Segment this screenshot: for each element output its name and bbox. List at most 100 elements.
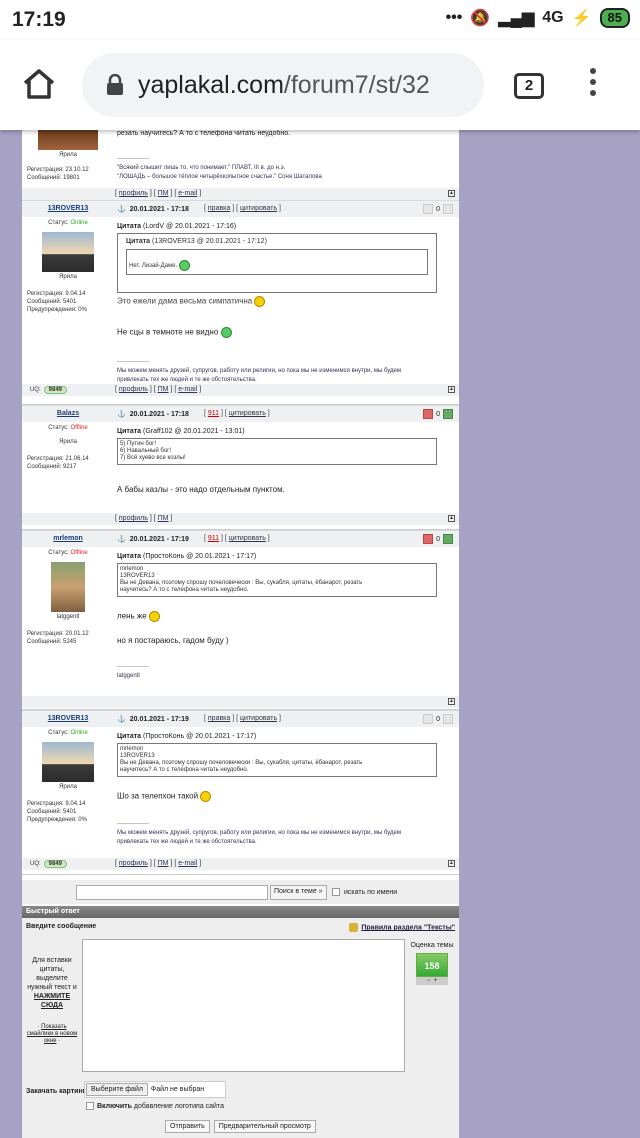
quote-line: 13ROVER13 [120,573,155,579]
browser-toolbar: yaplakal.com/forum7/st/32 2 [0,40,640,130]
uq-label: UQ: [30,387,41,393]
quick-reply: Быстрый ответ Введите сообщение Правила … [22,906,459,1138]
page-background: Ярила Регистрация: 23.10.12 Сообщений: 1… [0,130,640,1138]
profile-link[interactable]: профиль [119,860,148,867]
status-bar: 17:19 ••• 🔕 ▂▄▆ 4G ⚡ 85 [0,0,640,40]
battery-level: 85 [599,8,630,28]
email-link[interactable]: e-mail [178,860,197,867]
search-by-name-label: искать по имени [344,888,398,896]
user-rank: latggentl [56,614,80,620]
scroll-top-button[interactable]: ▲ [448,698,455,705]
user-status: Online [70,730,88,736]
pm-link[interactable]: ПМ [158,515,169,522]
email-link[interactable]: e-mail [178,386,197,393]
signature-line: "Всякий слышит лишь то, что понимает." П… [117,165,286,171]
edit-link[interactable]: правка [208,205,230,212]
anchor-icon[interactable]: ⚓ [117,716,126,723]
smiley-icon [148,611,160,622]
msg-count: Сообщений: 5401 [27,809,77,815]
scroll-top-button[interactable]: ▲ [448,386,455,393]
post: 13ROVER13 ⚓ 20.01.2021 - 17:18 [ правка ]… [22,200,459,405]
rate-up-icon[interactable] [443,409,453,419]
section-rules-link[interactable]: Правила раздела "Тексты" [361,924,455,931]
preview-button[interactable]: Предварительный просмотр [213,1120,316,1133]
attach-label: Закачать картинку: [26,1088,93,1095]
forum-topic: Ярила Регистрация: 23.10.12 Сообщений: 1… [22,130,459,1138]
search-input[interactable] [76,885,268,900]
quote-link[interactable]: цитировать [240,205,277,212]
quote-help-text: Для вставки цитаты, выделите нужный текс… [27,957,77,991]
rate-up-icon[interactable] [443,714,453,724]
report-911-link[interactable]: 911 [208,535,219,542]
anchor-icon[interactable]: ⚓ [117,411,126,418]
topic-rating-buttons[interactable]: − + [416,977,448,985]
overflow-menu-icon[interactable] [590,68,598,101]
msg-count: Сообщений: 19801 [27,175,80,181]
pm-link[interactable]: ПМ [158,386,169,393]
choose-file-button[interactable]: Выберите файл [86,1083,148,1096]
send-button[interactable]: Отправить [165,1120,210,1133]
quote-title: Цитата [117,223,142,230]
user-status: Online [70,220,88,226]
message-textarea[interactable] [82,939,405,1072]
anchor-icon[interactable]: ⚓ [117,536,126,543]
warnings: Предупреждения: 0% [27,817,87,823]
smiley-icon [220,327,232,338]
quote-link[interactable]: цитировать [240,715,277,722]
rate-down-icon[interactable] [423,204,434,214]
home-icon[interactable] [22,68,56,100]
uq-label: UQ: [30,861,41,867]
edit-link[interactable]: правка [208,715,230,722]
rate-up-icon[interactable] [443,204,453,214]
logo-label-bold: Включить [97,1102,132,1110]
quote-link[interactable]: цитировать [229,535,266,542]
mute-icon: 🔕 [470,10,491,27]
show-smiles-link[interactable]: Показать смайлики в новом окне [27,1024,77,1044]
quote-line: mrlemon [120,566,144,572]
topic-rating-value: 158 [416,953,448,977]
reg-date: Регистрация: 21.06.14 [27,456,89,462]
post-author[interactable]: mrlemon [22,535,114,542]
search-button[interactable]: Поиск в теме » [270,885,327,900]
network-type: 4G [542,9,564,26]
post-author[interactable]: Balazs [22,410,114,417]
post-text: лень же [117,611,147,621]
report-911-link[interactable]: 911 [208,410,219,417]
post-date: 20.01.2021 - 17:19 [129,536,189,543]
tab-switcher-button[interactable]: 2 [514,73,544,99]
pm-link[interactable]: ПМ [158,860,169,867]
quote-source: (LordV @ 20.01.2021 - 17:16) [143,223,237,230]
post: mrlemon ⚓ 20.01.2021 - 17:19 [ 911 ] [ ци… [22,530,459,710]
logo-checkbox[interactable] [86,1102,94,1110]
scroll-top-button[interactable]: ▲ [448,515,455,522]
post-text: А бабы казлы - это надо отдельным пункто… [117,485,285,494]
pm-link[interactable]: ПМ [158,190,169,197]
profile-link[interactable]: профиль [119,386,148,393]
post-rating: 0 [436,535,440,543]
quote-line: Вы не Девана, поэтому спрошу почеловечес… [120,760,363,766]
rate-down-icon[interactable] [423,409,434,419]
scroll-top-button[interactable]: ▲ [448,860,455,867]
url-bar[interactable]: yaplakal.com/forum7/st/32 [82,53,484,117]
rate-down-icon[interactable] [423,714,434,724]
profile-link[interactable]: профиль [119,190,148,197]
quote-line: 7) Всё хуево все козлы! [120,455,186,461]
insert-quote-link[interactable]: НАЖМИТЕ СЮДА [34,993,70,1009]
uq-value: 9849 [43,860,68,868]
scroll-top-button[interactable]: ▲ [448,190,455,197]
quote-link[interactable]: цитировать [229,410,266,417]
post-rating: 0 [436,410,440,418]
quote-source: (ПростоКонь @ 20.01.2021 - 17:17) [143,733,257,740]
rate-up-icon[interactable] [443,534,453,544]
quote-line: mrlemon [120,746,144,752]
search-by-name-checkbox[interactable] [332,888,340,896]
rate-down-icon[interactable] [423,534,434,544]
profile-link[interactable]: профиль [119,515,148,522]
post-date: 20.01.2021 - 17:18 [129,411,189,418]
anchor-icon[interactable]: ⚓ [117,206,126,213]
email-link[interactable]: e-mail [178,190,197,197]
reg-date: Регистрация: 23.10.12 [27,167,89,173]
post-author[interactable]: 13ROVER13 [22,205,114,212]
post-date: 20.01.2021 - 17:19 [129,716,189,723]
post-author[interactable]: 13ROVER13 [22,715,114,722]
